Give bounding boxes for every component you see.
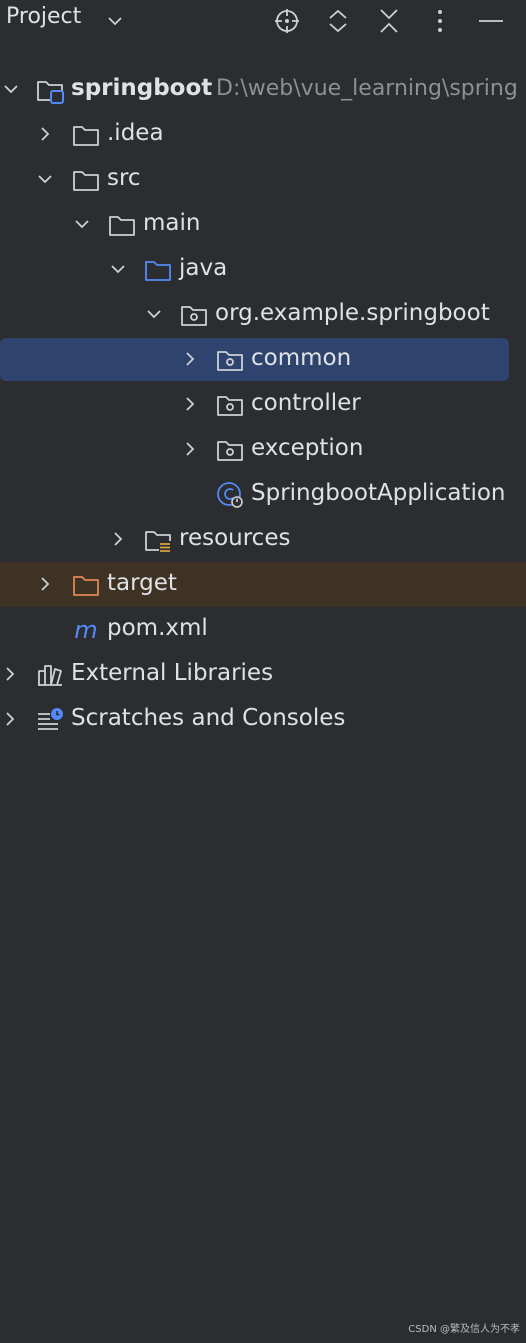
- node-label: exception: [251, 435, 364, 461]
- tree-node-pom[interactable]: m pom.xml: [0, 607, 526, 652]
- tree-node-main[interactable]: main: [0, 202, 526, 247]
- project-toolbar: Project: [0, 0, 526, 42]
- chevron-down-icon[interactable]: [109, 260, 127, 278]
- chevron-right-icon[interactable]: [36, 125, 54, 143]
- tree-node-src[interactable]: src: [0, 157, 526, 202]
- tree-node-target[interactable]: target: [0, 562, 526, 607]
- node-label: .idea: [107, 120, 164, 146]
- chevron-down-icon[interactable]: [145, 305, 163, 323]
- node-label: External Libraries: [71, 660, 274, 686]
- hide-icon[interactable]: [478, 8, 504, 34]
- chevron-down-icon[interactable]: [106, 12, 124, 30]
- tree-node-scratches[interactable]: Scratches and Consoles: [0, 697, 526, 742]
- panel-title[interactable]: Project: [6, 4, 81, 29]
- collapse-all-icon[interactable]: [376, 8, 402, 34]
- package-icon: [216, 436, 244, 464]
- chevron-right-icon[interactable]: [109, 530, 127, 548]
- folder-icon: [108, 211, 136, 239]
- node-label: SpringbootApplication: [251, 480, 506, 506]
- tree-node-external-libraries[interactable]: External Libraries: [0, 652, 526, 697]
- module-folder-icon: [36, 76, 64, 104]
- tree-node-idea[interactable]: .idea: [0, 112, 526, 157]
- chevron-down-icon[interactable]: [36, 170, 54, 188]
- spring-boot-app-icon: [216, 481, 244, 509]
- folder-icon: [72, 166, 100, 194]
- node-label: springboot: [71, 75, 213, 101]
- node-label: java: [179, 255, 228, 281]
- node-label: target: [107, 570, 177, 596]
- more-options-icon[interactable]: [427, 8, 453, 34]
- scratches-icon: [36, 706, 64, 734]
- expand-all-icon[interactable]: [325, 8, 351, 34]
- chevron-right-icon[interactable]: [1, 665, 19, 683]
- tree-node-springboot[interactable]: springboot D:\web\vue_learning\spring: [0, 67, 526, 112]
- excluded-folder-icon: [72, 571, 100, 599]
- node-label: src: [107, 165, 141, 191]
- tree-node-controller[interactable]: controller: [0, 382, 526, 427]
- chevron-right-icon[interactable]: [36, 575, 54, 593]
- chevron-down-icon[interactable]: [2, 80, 20, 98]
- chevron-down-icon[interactable]: [73, 215, 91, 233]
- tree-node-java[interactable]: java: [0, 247, 526, 292]
- svg-text:m: m: [74, 616, 97, 644]
- chevron-right-icon[interactable]: [181, 350, 199, 368]
- tree-node-package[interactable]: org.example.springboot: [0, 292, 526, 337]
- resources-folder-icon: [144, 526, 172, 554]
- node-label: controller: [251, 390, 361, 416]
- node-label: common: [251, 345, 352, 371]
- node-label: pom.xml: [107, 615, 208, 641]
- locate-icon[interactable]: [274, 8, 300, 34]
- maven-icon: m: [72, 616, 100, 644]
- tree-node-springboot-application[interactable]: SpringbootApplication: [0, 472, 526, 517]
- node-label: org.example.springboot: [215, 300, 490, 326]
- node-label: main: [143, 210, 201, 236]
- project-tree: springboot D:\web\vue_learning\spring .i…: [0, 67, 526, 742]
- node-path: D:\web\vue_learning\spring: [216, 76, 518, 101]
- source-folder-icon: [144, 256, 172, 284]
- tree-node-common[interactable]: common: [0, 337, 526, 382]
- library-icon: [36, 661, 64, 689]
- watermark: CSDN @繁及信人为不孝: [408, 1324, 520, 1335]
- node-label: resources: [179, 525, 291, 551]
- package-icon: [216, 391, 244, 419]
- chevron-right-icon[interactable]: [181, 440, 199, 458]
- tree-node-exception[interactable]: exception: [0, 427, 526, 472]
- tree-node-resources[interactable]: resources: [0, 517, 526, 562]
- folder-icon: [72, 121, 100, 149]
- chevron-right-icon[interactable]: [181, 395, 199, 413]
- chevron-right-icon[interactable]: [1, 710, 19, 728]
- node-label: Scratches and Consoles: [71, 705, 346, 731]
- package-icon: [216, 346, 244, 374]
- package-icon: [180, 301, 208, 329]
